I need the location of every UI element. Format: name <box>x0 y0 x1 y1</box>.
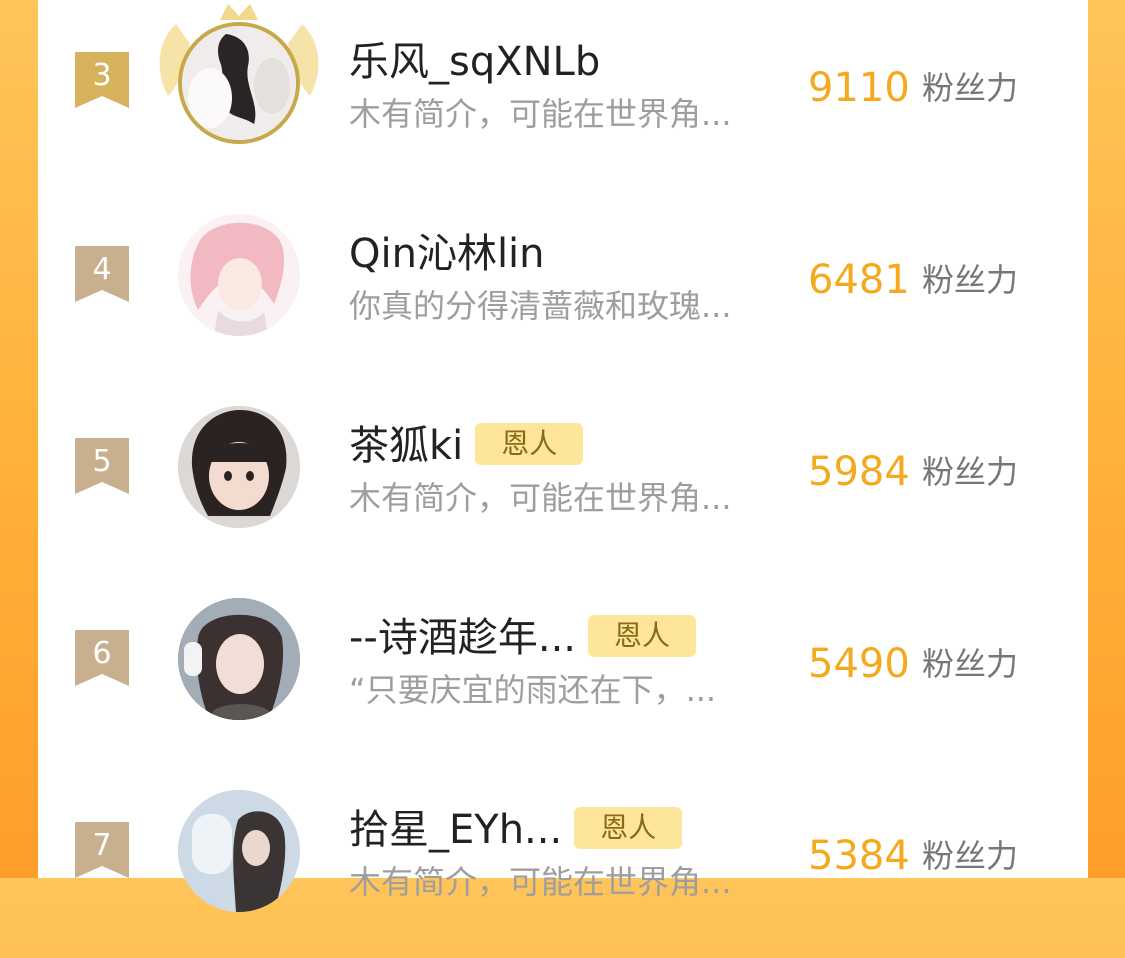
user-bio: 木有简介，可能在世界角... <box>349 479 732 517</box>
fan-score-unit: 粉丝力 <box>922 837 1019 875</box>
rank-number: 3 <box>92 58 112 93</box>
avatar[interactable] <box>159 4 319 144</box>
avatar[interactable] <box>178 406 300 528</box>
user-name[interactable]: 茶狐ki 恩人 <box>349 422 584 470</box>
rank-badge: 3 <box>75 52 129 108</box>
benefactor-tag: 恩人 <box>588 615 697 657</box>
avatar[interactable] <box>178 790 300 912</box>
user-name-text[interactable]: 茶狐ki <box>349 423 463 469</box>
fan-score: 6481 <box>808 257 910 303</box>
rank-number: 4 <box>92 252 112 287</box>
list-item[interactable]: 3 乐风_sqXNLb 木有简介，可能在世界角... 9110 粉丝力 <box>38 0 1088 190</box>
avatar[interactable] <box>178 598 300 720</box>
user-name[interactable]: 拾星_EYh... 恩人 <box>349 806 683 854</box>
avatar[interactable] <box>178 214 300 336</box>
rank-number: 6 <box>92 636 112 671</box>
fan-score: 5984 <box>808 449 910 495</box>
fan-score: 5384 <box>808 833 910 879</box>
user-name[interactable]: Qin沁林lin <box>349 230 545 278</box>
rank-number: 5 <box>92 444 112 479</box>
list-item[interactable]: 4 Qin沁林lin 你真的分得清蔷薇和玫瑰... 6481 粉丝力 <box>38 192 1088 382</box>
fan-score-unit: 粉丝力 <box>922 261 1019 299</box>
user-bio: 你真的分得清蔷薇和玫瑰... <box>349 287 732 325</box>
user-name-text[interactable]: 拾星_EYh... <box>349 807 562 853</box>
fan-rank-list: 3 乐风_sqXNLb 木有简介，可能在世界角... 9110 粉丝力 4 Qi… <box>38 0 1088 912</box>
rank-badge: 7 <box>75 822 129 878</box>
rank-badge: 4 <box>75 246 129 302</box>
fan-score-unit: 粉丝力 <box>922 645 1019 683</box>
rank-badge: 6 <box>75 630 129 686</box>
user-name[interactable]: 乐风_sqXNLb <box>349 38 600 86</box>
user-name-text[interactable]: --诗酒趁年... <box>349 615 576 661</box>
benefactor-tag: 恩人 <box>475 423 584 465</box>
fan-score-unit: 粉丝力 <box>922 69 1019 107</box>
user-name[interactable]: --诗酒趁年... 恩人 <box>349 614 697 662</box>
benefactor-tag: 恩人 <box>574 807 683 849</box>
list-item[interactable]: 6 --诗酒趁年... 恩人 “只要庆宜的雨还在下，... 5490 粉丝力 <box>38 576 1088 766</box>
user-bio: 木有简介，可能在世界角... <box>349 863 732 901</box>
fan-score: 5490 <box>808 641 910 687</box>
list-item[interactable]: 5 茶狐ki 恩人 木有简介，可能在世界角... 5984 粉丝力 <box>38 384 1088 574</box>
user-bio: “只要庆宜的雨还在下，... <box>349 671 717 709</box>
fan-score-unit: 粉丝力 <box>922 453 1019 491</box>
rank-number: 7 <box>92 828 112 863</box>
user-bio: 木有简介，可能在世界角... <box>349 95 732 133</box>
list-item[interactable]: 7 拾星_EYh... 恩人 木有简介，可能在世界角... 5384 粉丝力 <box>38 768 1088 958</box>
rank-badge: 5 <box>75 438 129 494</box>
fan-score: 9110 <box>808 65 910 111</box>
